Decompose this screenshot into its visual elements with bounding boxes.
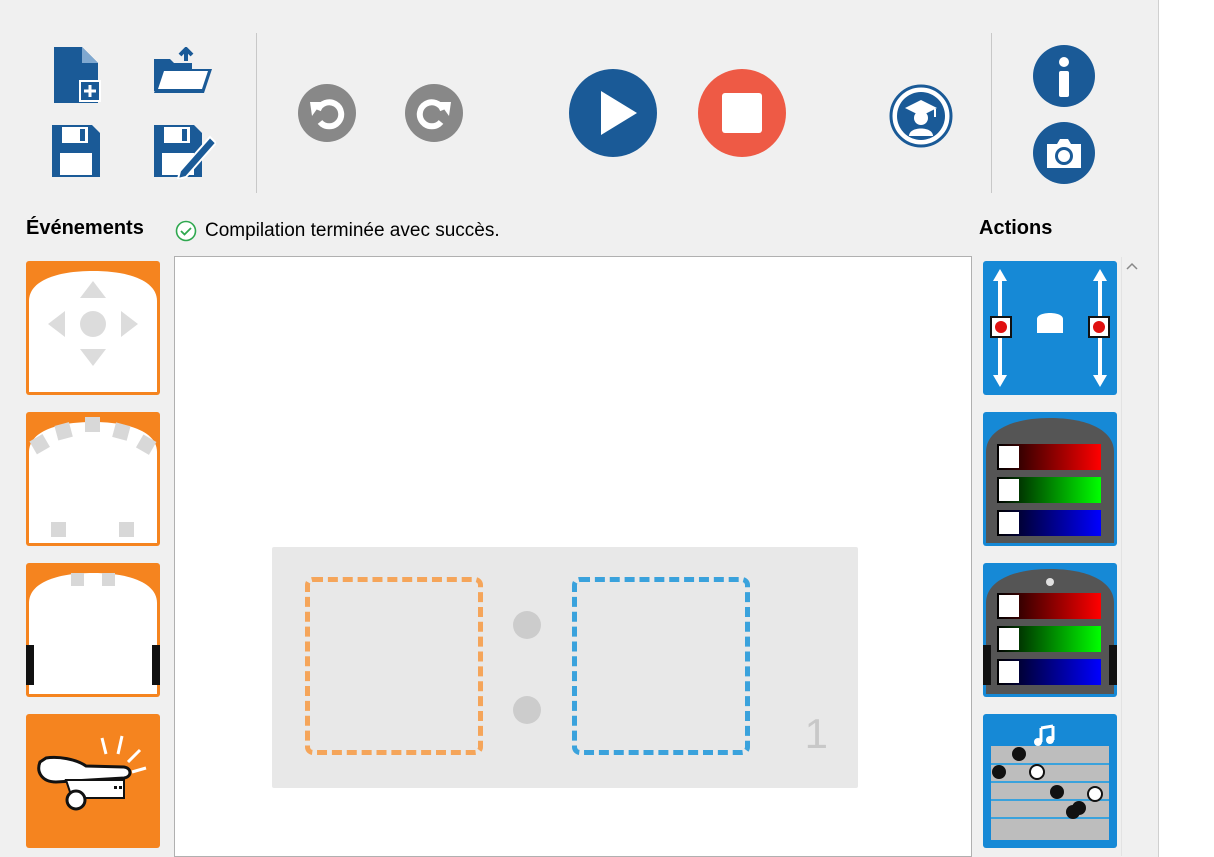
proximity-event-block[interactable] (26, 412, 160, 546)
stop-icon (698, 69, 786, 157)
ground-event-block[interactable] (26, 563, 160, 697)
buttons-event-icon (29, 271, 157, 392)
scroll-up-arrow-icon[interactable] (1122, 257, 1142, 277)
top-color-action-icon (986, 418, 1114, 543)
actions-header: Actions (979, 217, 1053, 239)
save-as-button[interactable] (152, 123, 218, 181)
run-button[interactable] (569, 69, 657, 157)
top-color-action-block[interactable] (983, 412, 1117, 546)
front-proximity-event-icon (29, 417, 157, 543)
redo-button[interactable] (405, 84, 463, 142)
rule-separator-dot (513, 611, 541, 639)
check-circle-icon (175, 220, 197, 242)
rule-number: 1 (804, 710, 828, 757)
status-text: Compilation terminée avec succès. (205, 220, 500, 241)
toolbar-separator (991, 33, 992, 193)
event-slot[interactable] (305, 577, 483, 755)
play-icon (569, 69, 657, 157)
teacher-icon (889, 84, 953, 148)
info-button[interactable] (1033, 45, 1095, 107)
screenshot-button[interactable] (1033, 122, 1095, 184)
music-action-icon (991, 724, 1109, 840)
undo-icon (298, 84, 356, 142)
aseba-vpl-window: Événements Compilation terminée avec suc… (0, 0, 1158, 857)
motors-action-icon (990, 269, 1110, 387)
open-file-button[interactable] (152, 46, 214, 95)
bottom-color-action-block[interactable] (983, 563, 1117, 697)
vertical-scrollbar[interactable] (1121, 257, 1141, 856)
save-as-icon (154, 125, 218, 181)
save-button[interactable] (50, 123, 102, 179)
ground-sensor-event-icon (26, 573, 160, 694)
new-file-button[interactable] (50, 45, 102, 105)
action-slot[interactable] (572, 577, 750, 755)
save-icon (52, 125, 100, 177)
compilation-status: Compilation terminée avec succès. (175, 217, 500, 245)
events-header: Événements (26, 217, 144, 239)
redo-icon (405, 84, 463, 142)
toolbar-separator (256, 33, 257, 193)
motors-action-block[interactable] (983, 261, 1117, 395)
new-file-icon (54, 47, 101, 103)
window-edge (1158, 0, 1214, 857)
music-action-block[interactable] (983, 714, 1117, 848)
open-folder-icon (154, 46, 212, 93)
event-action-rule[interactable]: 1 (272, 547, 858, 788)
rule-separator-dot (513, 696, 541, 724)
camera-icon (1033, 122, 1095, 184)
info-icon (1033, 45, 1095, 107)
bottom-color-action-icon (983, 569, 1117, 694)
tap-event-icon (37, 735, 147, 811)
tap-event-block[interactable] (26, 714, 160, 848)
buttons-event-block[interactable] (26, 261, 160, 395)
undo-button[interactable] (298, 84, 356, 142)
teacher-mode-button[interactable] (889, 84, 953, 148)
stop-button[interactable] (698, 69, 786, 157)
